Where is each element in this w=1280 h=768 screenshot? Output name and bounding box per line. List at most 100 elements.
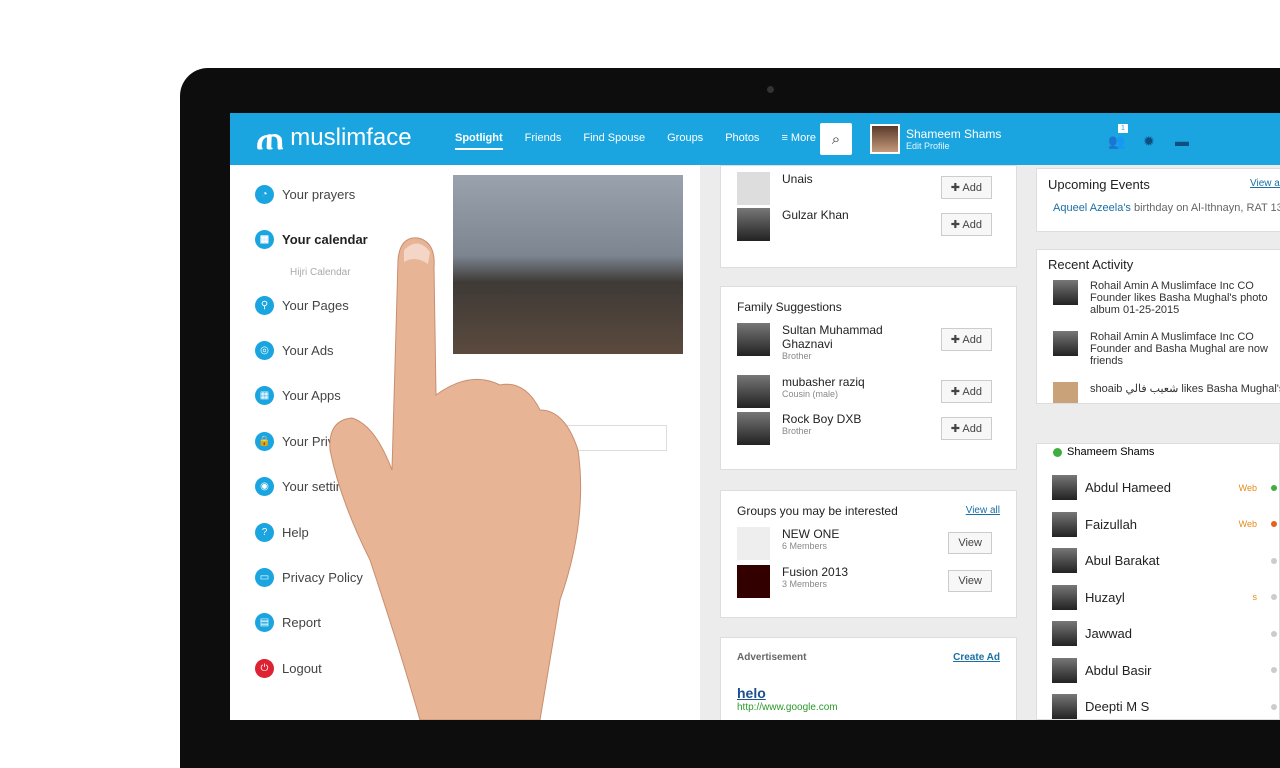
person-name[interactable]: Rock Boy DXB (782, 412, 861, 426)
upcoming-events: Upcoming Events View all Aqueel Azeela's… (1036, 168, 1280, 232)
event-person[interactable]: Aqueel Azeela's (1053, 202, 1131, 214)
view-button[interactable]: View (948, 532, 992, 554)
online-status-icon (1271, 484, 1277, 491)
add-button[interactable]: ✚ Add (940, 176, 992, 199)
list-item: mubasher raziq Cousin (male) (737, 375, 865, 408)
friend-name: Deepti M S (1085, 699, 1150, 714)
prayers-icon: ◔ (255, 185, 274, 204)
nav-friends[interactable]: Friends (525, 132, 562, 150)
member-count: 6 Members (782, 541, 828, 551)
menu-label: Your Pages (282, 298, 349, 313)
list-item: Gulzar Khan (737, 208, 849, 241)
comment-input[interactable] (512, 425, 667, 451)
person-name[interactable]: Sultan Muhammad Ghaznavi (782, 323, 892, 351)
add-button[interactable]: ✚ Add (940, 213, 992, 236)
avatar (737, 565, 770, 598)
chat-status: Web (1238, 519, 1257, 529)
friend-name: Abdul Hameed (1085, 480, 1171, 495)
activity-text[interactable]: Rohail Amin A Muslimface Inc CO Founder … (1090, 331, 1270, 367)
menu-your-privacy[interactable]: 🔒 Your Privacy (255, 432, 355, 451)
avatar (870, 124, 900, 154)
add-button[interactable]: ✚ Add (940, 328, 992, 351)
online-status-icon (1271, 630, 1277, 637)
menu-label: Help (282, 525, 309, 540)
event-text: birthday on Al-Ithnayn, RAT 13 (1134, 202, 1280, 214)
chat-friend[interactable]: Deepti M S (1052, 694, 1277, 719)
messages-icon[interactable]: ▬ (1175, 133, 1189, 149)
ad-headline[interactable]: helo (737, 685, 766, 701)
menu-your-ads[interactable]: ◎ Your Ads (255, 341, 334, 360)
avatar (737, 323, 770, 356)
chat-friend[interactable]: Faizullah Web (1052, 511, 1277, 537)
nav-find-spouse[interactable]: Find Spouse (583, 132, 645, 150)
menu-your-apps[interactable]: ▦ Your Apps (255, 386, 341, 405)
activity-text[interactable]: shoaib شعيب فالي likes Basha Mughal's (1090, 382, 1280, 395)
policy-icon: ▭ (255, 568, 274, 587)
search-button[interactable]: ⌕ (820, 123, 852, 155)
nav-groups[interactable]: Groups (667, 132, 703, 150)
menu-your-calendar[interactable]: ▦ Your calendar (255, 230, 368, 249)
person-name[interactable]: Gulzar Khan (782, 208, 849, 222)
add-button[interactable]: ✚ Add (940, 380, 992, 403)
settings-icon: ◉ (255, 477, 274, 496)
nav-spotlight[interactable]: Spotlight (455, 132, 503, 150)
logo-text: muslimface (290, 124, 412, 151)
recent-activity: Recent Activity Rohail Amin A Muslimface… (1036, 249, 1280, 404)
friend-name: Huzayl (1085, 589, 1125, 605)
menu-logout[interactable]: ⏻ Logout (255, 659, 322, 678)
chat-friend[interactable]: Abul Barakat (1052, 548, 1277, 573)
menu-label: Privacy Policy (282, 570, 363, 585)
online-status-icon (1271, 521, 1277, 527)
chat-friend[interactable]: Abdul Hameed Web (1052, 475, 1277, 500)
relation: Brother (782, 351, 812, 361)
menu-help[interactable]: ? Help (255, 523, 309, 542)
nav-more[interactable]: ≡ More (781, 132, 816, 150)
chat-friend[interactable]: Huzayl s (1052, 584, 1277, 610)
add-button[interactable]: ✚ Add (940, 417, 992, 440)
activity-text[interactable]: Rohail Amin A Muslimface Inc CO Founder … (1090, 280, 1270, 316)
list-item: NEW ONE 6 Members (737, 527, 839, 560)
people-suggestions: Unais ✚ Add Gulzar Khan ✚ Add (720, 165, 1017, 268)
menu-hijri-calendar[interactable]: Hijri Calendar (290, 267, 351, 278)
group-name[interactable]: Fusion 2013 (782, 565, 848, 579)
lock-icon: 🔒 (255, 432, 274, 451)
menu-privacy-policy[interactable]: ▭ Privacy Policy (255, 568, 363, 587)
user-profile[interactable]: Shameem Shams Edit Profile (870, 124, 1001, 154)
logo[interactable]: ጠ muslimface (256, 121, 412, 155)
avatar (1052, 511, 1077, 537)
screen: ጠ muslimface Spotlight Friends Find Spous… (230, 113, 1280, 720)
main-nav: Spotlight Friends Find Spouse Groups Pho… (455, 132, 838, 150)
view-button[interactable]: View (948, 570, 992, 592)
create-ad-link[interactable]: Create Ad (953, 652, 1000, 663)
feed-post (452, 165, 700, 720)
group-name[interactable]: NEW ONE (782, 527, 839, 541)
help-icon: ? (255, 523, 274, 542)
friend-requests-icon[interactable]: 👥 (1108, 133, 1125, 150)
avatar (1052, 548, 1077, 573)
card-title: Recent Activity (1048, 257, 1134, 272)
notification-badge: 1 (1118, 124, 1128, 133)
person-name[interactable]: Unais (782, 172, 813, 186)
menu-your-settings[interactable]: ◉ Your settings (255, 477, 357, 496)
edit-profile-link[interactable]: Edit Profile (906, 141, 1001, 151)
menu-your-prayers[interactable]: ◔ Your prayers (255, 185, 355, 204)
chat-friend[interactable]: Jawwad (1052, 621, 1277, 646)
view-all-link[interactable]: View all (966, 505, 1000, 516)
menu-report[interactable]: ▤ Report (255, 613, 321, 632)
menu-label: Your Ads (282, 343, 334, 358)
avatar (1053, 382, 1078, 403)
notifications-icon[interactable]: ✹ (1143, 133, 1155, 150)
person-name[interactable]: mubasher raziq (782, 375, 865, 389)
nav-photos[interactable]: Photos (725, 132, 759, 150)
user-name: Shameem Shams (906, 127, 1002, 141)
add-label: Add (962, 423, 982, 435)
menu-label: Your calendar (282, 232, 368, 247)
friend-name: Abdul Basir (1085, 662, 1152, 678)
online-status-icon (1271, 703, 1277, 710)
avatar (737, 412, 770, 445)
view-all-link[interactable]: View all (1250, 178, 1280, 189)
chat-friend[interactable]: Abdul Basir (1052, 657, 1277, 683)
ad-url[interactable]: http://www.google.com (737, 702, 838, 713)
menu-your-pages[interactable]: ⚲ Your Pages (255, 296, 349, 315)
post-photo[interactable] (453, 175, 683, 354)
